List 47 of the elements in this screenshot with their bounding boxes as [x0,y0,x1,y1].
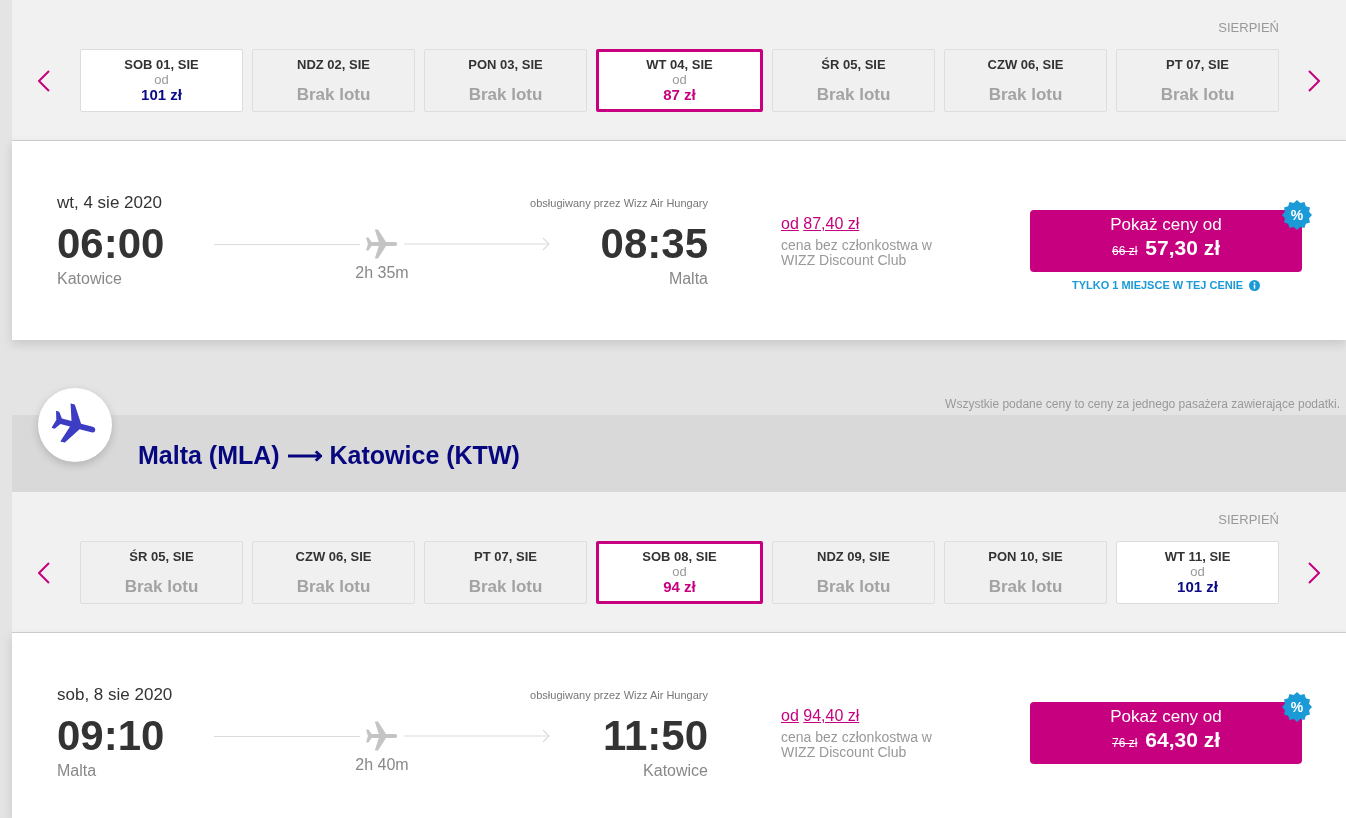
date-card[interactable]: SOB 08, SIE od 94 zł [596,541,763,604]
airplane-icon [366,228,398,260]
arrival-city: Katowice [643,761,708,781]
month-label: SIERPIEŃ [1218,513,1279,527]
airplane-icon [366,720,398,752]
date-card[interactable]: ŚR 05, SIE Brak lotu [80,541,243,604]
route-title: Malta (MLA) ⟶ Katowice (KTW) [138,440,520,470]
departure-time: 09:10 [57,713,165,759]
month-label: SIERPIEŃ [1218,21,1279,35]
date-card[interactable]: PT 07, SIE Brak lotu [1116,49,1279,112]
date-card[interactable]: WT 04, SIE od 87 zł [596,49,763,112]
arrival-city: Malta [668,269,708,289]
date-card[interactable]: WT 11, SIE od 101 zł [1116,541,1279,604]
date-card[interactable]: PON 10, SIE Brak lotu [944,541,1107,604]
chevron-left-icon [38,69,50,92]
airplane-badge-icon [38,388,112,462]
regular-price-link[interactable]: od 87,40 zł [781,214,860,234]
date-card[interactable]: ŚR 05, SIE Brak lotu [772,49,935,112]
regular-price-link[interactable]: od 94,40 zł [781,706,860,726]
info-icon[interactable] [1249,280,1261,291]
departure-time: 06:00 [57,221,165,267]
arrival-time: 11:50 [602,713,708,759]
date-card[interactable]: CZW 06, SIE Brak lotu [944,49,1107,112]
date-card[interactable]: NDZ 02, SIE Brak lotu [252,49,415,112]
date-card[interactable]: PT 07, SIE Brak lotu [424,541,587,604]
operator-text: obsługiwany przez Wizz Air Hungary [530,687,708,703]
membership-note: cena bez członkostwa w WIZZ Discount Club [781,730,933,760]
flight-duration: 2h 40m [355,755,409,775]
date-card[interactable]: CZW 06, SIE Brak lotu [252,541,415,604]
flight-date: sob, 8 sie 2020 [57,684,173,707]
departure-city: Malta [57,761,97,781]
date-card[interactable]: SOB 01, SIE od 101 zł [80,49,243,112]
chevron-right-icon [1308,69,1320,92]
discount-badge: % [1282,692,1312,722]
price-note: Wszystkie podane ceny to ceny za jednego pasażera zawierające podatki. [945,397,1340,411]
date-card[interactable]: NDZ 09, SIE Brak lotu [772,541,935,604]
membership-note: cena bez członkostwa w WIZZ Discount Club [781,238,933,268]
date-card[interactable]: PON 03, SIE Brak lotu [424,49,587,112]
flight-date: wt, 4 sie 2020 [57,192,162,215]
discount-badge: % [1282,200,1312,230]
flight-duration: 2h 35m [355,263,409,283]
seats-notice: TYLKO 1 MIEJSCE W TEJ CENIE [1071,279,1244,292]
chevron-left-icon [38,561,50,584]
arrival-time: 08:35 [600,221,708,267]
departure-city: Katowice [57,269,122,289]
operator-text: obsługiwany przez Wizz Air Hungary [530,195,708,211]
chevron-right-icon [1308,561,1320,584]
